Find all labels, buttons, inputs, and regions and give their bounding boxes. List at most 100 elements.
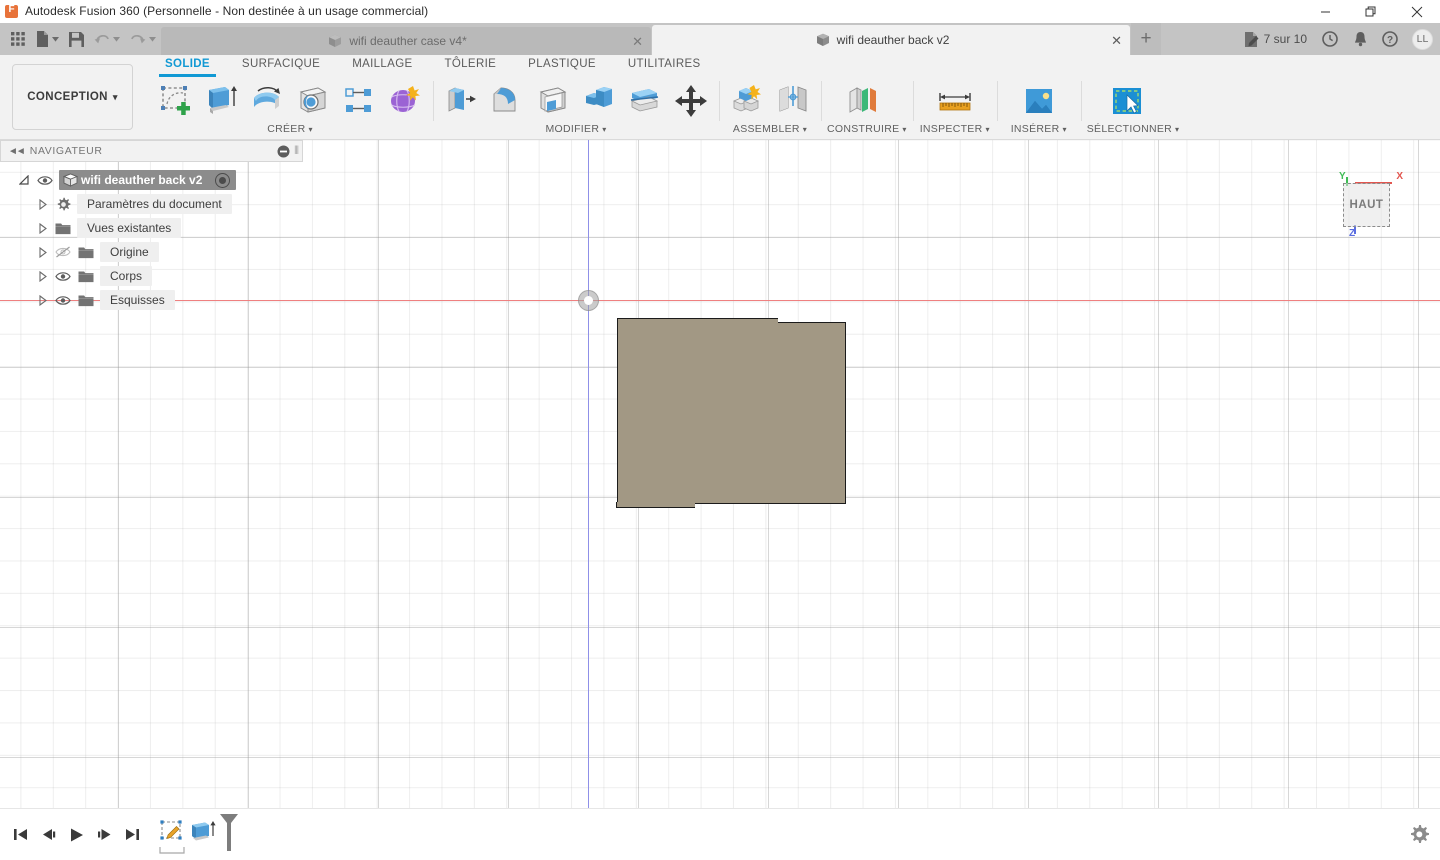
timeline-sketch-feature[interactable] <box>158 819 186 850</box>
sketch-icon <box>158 819 186 847</box>
ribbon-panel-inspecter-label[interactable]: INSPECTER ▾ <box>919 123 991 137</box>
timeline-extrude-feature[interactable] <box>188 819 218 850</box>
tree-node-named-views[interactable]: Vues existantes <box>0 216 303 240</box>
tree-node-sketches[interactable]: Esquisses <box>0 288 303 312</box>
minus-circle-icon[interactable] <box>277 145 290 158</box>
panel-grip[interactable]: ⦀ <box>294 145 298 158</box>
timeline-marker[interactable] <box>218 813 240 856</box>
panel-title: CONSTRUIRE <box>827 123 899 135</box>
ribbon-panel-modifier-label[interactable]: MODIFIER ▾ <box>439 123 713 137</box>
insert-image-tool[interactable] <box>1017 79 1061 123</box>
browser-tree: wifi deauther back v2 Paramètres du docu… <box>0 162 303 312</box>
create-sketch-tool[interactable] <box>153 79 197 123</box>
new-document-button[interactable] <box>31 23 64 55</box>
ribbon-panel-assembler-label[interactable]: ASSEMBLER ▾ <box>725 123 815 137</box>
tree-node-bodies[interactable]: Corps <box>0 264 303 288</box>
undo-button[interactable] <box>89 23 125 55</box>
expand-arrow-icon[interactable] <box>36 199 49 210</box>
split-face-tool[interactable] <box>623 79 667 123</box>
hole-tool[interactable] <box>291 79 335 123</box>
pattern-icon <box>342 84 376 118</box>
visibility-eye-icon[interactable] <box>54 295 72 306</box>
help-button[interactable]: ? <box>1376 23 1404 55</box>
avatar[interactable]: LL <box>1412 29 1433 50</box>
timeline-playback-controls <box>0 822 144 848</box>
visibility-eye-icon[interactable] <box>36 175 54 186</box>
ribbon-panel-inserer-label[interactable]: INSÉRER ▾ <box>1003 123 1075 137</box>
timeline-settings-button[interactable] <box>1410 825 1430 845</box>
expand-arrow-icon[interactable] <box>36 295 49 306</box>
ribbon-tab-surfacique[interactable]: SURFACIQUE <box>226 56 336 75</box>
viewport[interactable]: X Y Z HAUT ◄◄ NAVIGATEUR ⦀ <box>0 140 1440 860</box>
document-tab-inactive[interactable]: wifi deauther case v4* ✕ <box>161 27 651 55</box>
select-window-icon <box>1110 85 1144 117</box>
select-window-tool[interactable] <box>1105 79 1149 123</box>
move-copy-tool[interactable] <box>669 79 713 123</box>
show-data-panel-button[interactable] <box>6 23 31 55</box>
shell-tool[interactable] <box>531 79 575 123</box>
ribbon-panel-construire-label[interactable]: CONSTRUIRE ▾ <box>827 123 907 137</box>
version-indicator[interactable]: 7 sur 10 <box>1237 23 1314 55</box>
form-tool[interactable] <box>383 79 427 123</box>
timeline-jump-start-button[interactable] <box>8 822 32 848</box>
combine-tool[interactable] <box>577 79 621 123</box>
ribbon-tab-utilitaires[interactable]: UTILITAIRES <box>612 56 717 75</box>
fillet-tool[interactable] <box>485 79 529 123</box>
close-button[interactable] <box>1394 0 1440 23</box>
tree-node-document-settings[interactable]: Paramètres du document <box>0 192 303 216</box>
timeline-step-forward-button[interactable] <box>92 822 116 848</box>
ribbon-panel-creer-label[interactable]: CRÉER ▾ <box>153 123 427 137</box>
press-pull-tool[interactable] <box>439 79 483 123</box>
notifications-button[interactable] <box>1346 23 1374 55</box>
timeline-jump-end-button[interactable] <box>120 822 144 848</box>
redo-button[interactable] <box>125 23 161 55</box>
timeline-step-back-button[interactable] <box>36 822 60 848</box>
panel-title: SÉLECTIONNER <box>1087 123 1172 135</box>
document-tab-close-icon[interactable]: ✕ <box>1111 34 1122 47</box>
extrude-tool[interactable] <box>199 79 243 123</box>
document-tab-active[interactable]: wifi deauther back v2 ✕ <box>652 25 1130 55</box>
document-tab-close-icon[interactable]: ✕ <box>632 35 643 48</box>
ribbon-tab-maillage[interactable]: MAILLAGE <box>336 56 428 75</box>
visibility-eye-hidden-icon[interactable] <box>54 246 72 258</box>
workspace-selector[interactable]: CONCEPTION ▾ <box>12 64 133 130</box>
tree-node-root[interactable]: wifi deauther back v2 <box>0 168 303 192</box>
panel-title: MODIFIER <box>545 123 599 135</box>
view-cube[interactable]: X Y Z HAUT <box>1327 165 1405 239</box>
collapse-icon[interactable]: ◄◄ <box>5 146 24 157</box>
pattern-tool[interactable] <box>337 79 381 123</box>
solid-body[interactable] <box>617 322 846 504</box>
ribbon-tab-solide[interactable]: SOLIDE <box>149 56 226 75</box>
workspace-label: CONCEPTION <box>27 91 108 103</box>
ribbon-tab-plastique[interactable]: PLASTIQUE <box>512 56 612 75</box>
expand-arrow-icon[interactable] <box>18 175 31 186</box>
new-component-tool[interactable] <box>725 79 769 123</box>
ribbon-panel-selectionner-label[interactable]: SÉLECTIONNER ▾ <box>1087 123 1180 137</box>
new-tab-button[interactable]: + <box>1131 23 1161 55</box>
maximize-button[interactable] <box>1348 0 1394 23</box>
timeline-play-button[interactable] <box>64 822 88 848</box>
account-toolbar: 7 sur 10 ? LL <box>1237 23 1440 55</box>
expand-arrow-icon[interactable] <box>36 271 49 282</box>
viewcube-face-label[interactable]: HAUT <box>1343 183 1390 227</box>
recent-activity-button[interactable] <box>1316 23 1344 55</box>
document-tab-label: wifi deauther case v4* <box>349 34 466 48</box>
expand-arrow-icon[interactable] <box>36 223 49 234</box>
browser-panel: ◄◄ NAVIGATEUR ⦀ <box>0 140 303 312</box>
panel-title: ASSEMBLER <box>733 123 800 135</box>
revolve-tool[interactable] <box>245 79 289 123</box>
expand-arrow-icon[interactable] <box>36 247 49 258</box>
joint-tool[interactable] <box>771 79 815 123</box>
activate-component-radio[interactable] <box>215 173 230 188</box>
document-tab-label: wifi deauther back v2 <box>837 33 950 47</box>
minimize-button[interactable] <box>1302 0 1348 23</box>
ribbon-tab-tolerie[interactable]: TÔLERIE <box>429 56 513 75</box>
timeline-feature-bracket <box>159 847 185 855</box>
save-button[interactable] <box>64 23 89 55</box>
grid-icon <box>11 32 26 47</box>
visibility-eye-icon[interactable] <box>54 271 72 282</box>
tree-node-origin[interactable]: Origine <box>0 240 303 264</box>
measure-tool[interactable] <box>933 79 977 123</box>
origin-point[interactable] <box>578 290 599 311</box>
construction-plane-tool[interactable] <box>841 79 885 123</box>
